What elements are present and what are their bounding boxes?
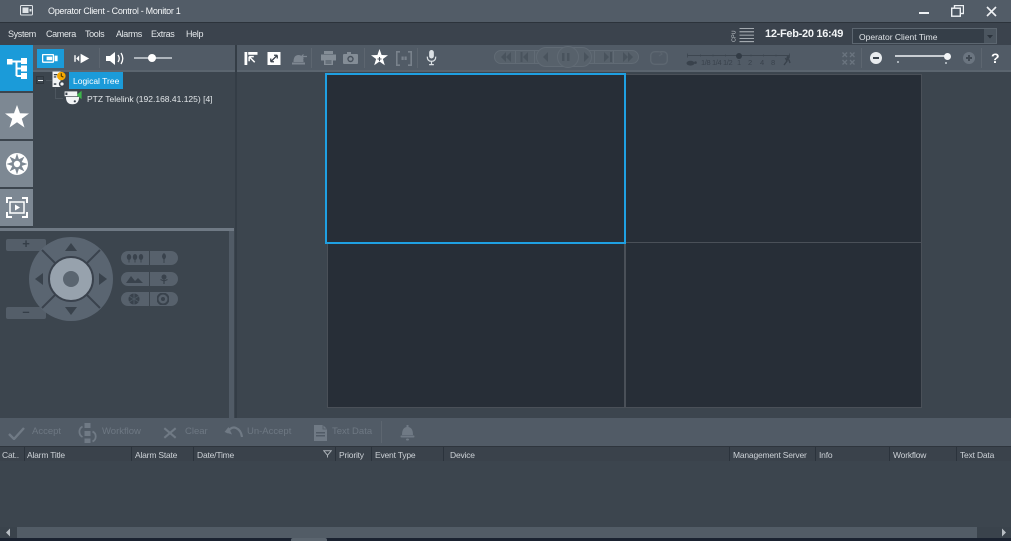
svg-text:CPU: CPU (732, 30, 738, 42)
